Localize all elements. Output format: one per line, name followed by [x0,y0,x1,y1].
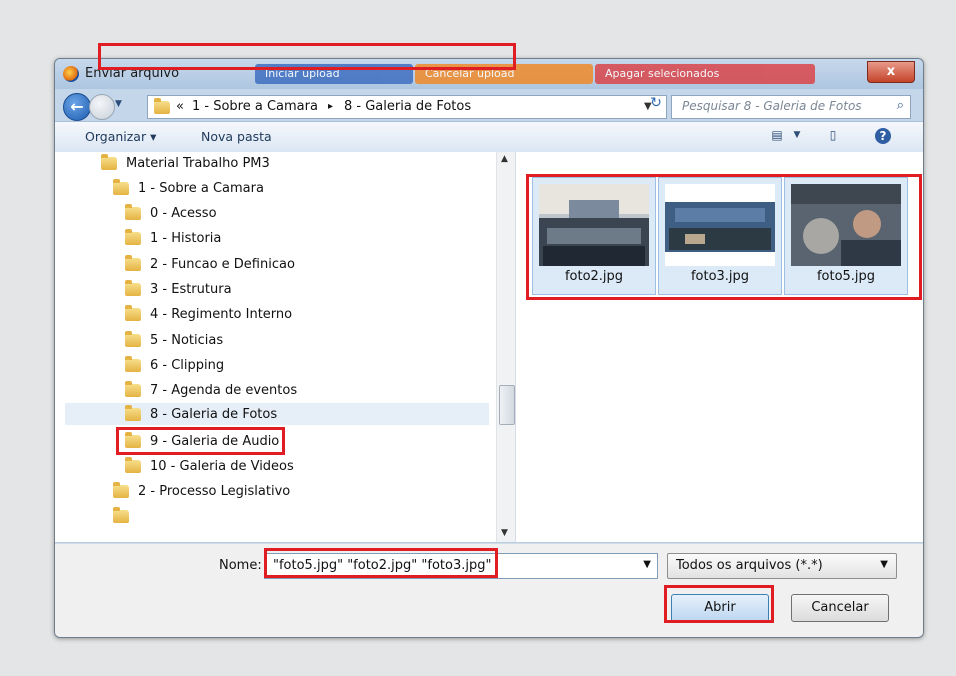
breadcrumb-galeria-de-fotos[interactable]: 8 - Galeria de Fotos [344,99,471,114]
tree-item-galeria-de-fotos[interactable]: 8 - Galeria de Fotos [65,403,489,425]
folder-icon [125,456,141,473]
tree-item-label: 1 - Historia [150,230,222,246]
view-options-icon[interactable]: ▤ [769,128,785,144]
breadcrumb-separator-icon[interactable]: ▸ [328,101,333,112]
command-toolbar: Organizar ▾ Nova pasta ▤ ▼ ▯ ? [55,121,923,153]
file-name-label: Nome: [219,558,262,573]
new-folder-button[interactable]: Nova pasta [201,129,272,144]
view-dropdown-icon[interactable]: ▼ [789,130,805,146]
help-icon[interactable]: ? [875,128,891,144]
folder-icon [125,228,141,245]
recent-pages-dropdown-icon[interactable]: ▼ [115,99,122,109]
tree-item-label: 2 - Funcao e Definicao [150,256,295,272]
tree-item-label: Material Trabalho PM3 [126,155,270,171]
folder-icon [125,254,141,271]
folder-icon [113,178,129,195]
highlight-file-name [264,548,498,578]
tree-item-sobre-a-camara[interactable]: 1 - Sobre a Camara [113,177,264,199]
scroll-thumb[interactable] [499,385,515,425]
tree-item-label: 5 - Noticias [150,332,224,348]
address-row: ← ▼ « 1 - Sobre a Camara ▸ 8 - Galeria d… [55,89,923,121]
file-type-dropdown-icon[interactable]: ▼ [880,559,888,570]
search-input[interactable]: Pesquisar 8 - Galeria de Fotos ⌕ [671,95,911,119]
tree-item-estrutura[interactable]: 3 - Estrutura [125,278,232,300]
refresh-icon[interactable]: ↻ [643,95,669,115]
highlight-address-bar [98,43,516,70]
tree-item-label: 2 - Processo Legislativo [138,483,291,499]
close-button[interactable]: x [867,61,915,83]
folder-icon [125,380,141,397]
tree-item-agenda-de-eventos[interactable]: 7 - Agenda de eventos [125,379,297,401]
breadcrumb-sobre-a-camara[interactable]: 1 - Sobre a Camara [192,99,318,114]
highlight-selected-files [526,174,922,300]
folder-icon [101,153,117,170]
folder-icon [113,506,129,523]
cancel-button[interactable]: Cancelar [791,594,889,622]
tree-item-label: 1 - Sobre a Camara [138,180,264,196]
search-icon[interactable]: ⌕ [897,98,904,113]
address-bar[interactable]: « 1 - Sobre a Camara ▸ 8 - Galeria de Fo… [147,95,667,119]
tree-item-label: 3 - Estrutura [150,281,232,297]
tree-item-clipping[interactable]: 6 - Clipping [125,354,224,376]
scroll-down-icon[interactable]: ▼ [501,528,508,538]
tree-item-label: 7 - Agenda de eventos [150,382,298,398]
navigation-scrollbar[interactable]: ▲ ▼ [496,152,515,542]
breadcrumb-overflow[interactable]: « [176,99,184,114]
file-type-select[interactable]: Todos os arquivos (*.*) ▼ [667,553,897,579]
tree-item-label: 10 - Galeria de Videos [150,458,294,474]
tree-item-label: 0 - Acesso [150,205,217,221]
tree-item-acesso[interactable]: 0 - Acesso [125,202,217,224]
tree-item-regimento-interno[interactable]: 4 - Regimento Interno [125,303,292,325]
file-name-dropdown-icon[interactable]: ▼ [643,559,651,570]
tree-item-partial[interactable] [113,505,129,527]
folder-icon [125,404,141,421]
search-placeholder: Pesquisar 8 - Galeria de Fotos [682,99,862,113]
tree-item-galeria-de-videos[interactable]: 10 - Galeria de Videos [125,455,294,477]
folder-icon [113,481,129,498]
tree-item-historia[interactable]: 1 - Historia [125,227,221,249]
file-type-value: Todos os arquivos (*.*) [676,558,823,573]
back-button[interactable]: ← [63,93,91,121]
folder-icon [154,98,170,114]
tree-item-funcao-e-definicao[interactable]: 2 - Funcao e Definicao [125,253,295,275]
navigation-pane: Material Trabalho PM3 1 - Sobre a Camara… [55,152,516,542]
tree-item-label: 6 - Clipping [150,357,225,373]
folder-icon [125,304,141,321]
scroll-up-icon[interactable]: ▲ [501,154,508,164]
folder-icon [125,203,141,220]
folder-icon [125,279,141,296]
folder-icon [125,355,141,372]
organize-menu[interactable]: Organizar ▾ [85,129,156,144]
highlight-selected-folder [116,427,285,455]
tree-item-processo-legislativo[interactable]: 2 - Processo Legislativo [113,480,290,502]
highlight-open-button [664,585,774,623]
blurred-delete-button: Apagar selecionados [595,64,815,84]
tree-item-noticias[interactable]: 5 - Noticias [125,329,223,351]
firefox-icon [63,66,79,82]
forward-button[interactable] [89,94,115,120]
preview-pane-icon[interactable]: ▯ [825,128,841,144]
tree-item-material-trabalho[interactable]: Material Trabalho PM3 [101,152,270,174]
tree-item-label: 4 - Regimento Interno [150,306,293,322]
tree-item-label: 8 - Galeria de Fotos [150,406,278,422]
folder-icon [125,330,141,347]
